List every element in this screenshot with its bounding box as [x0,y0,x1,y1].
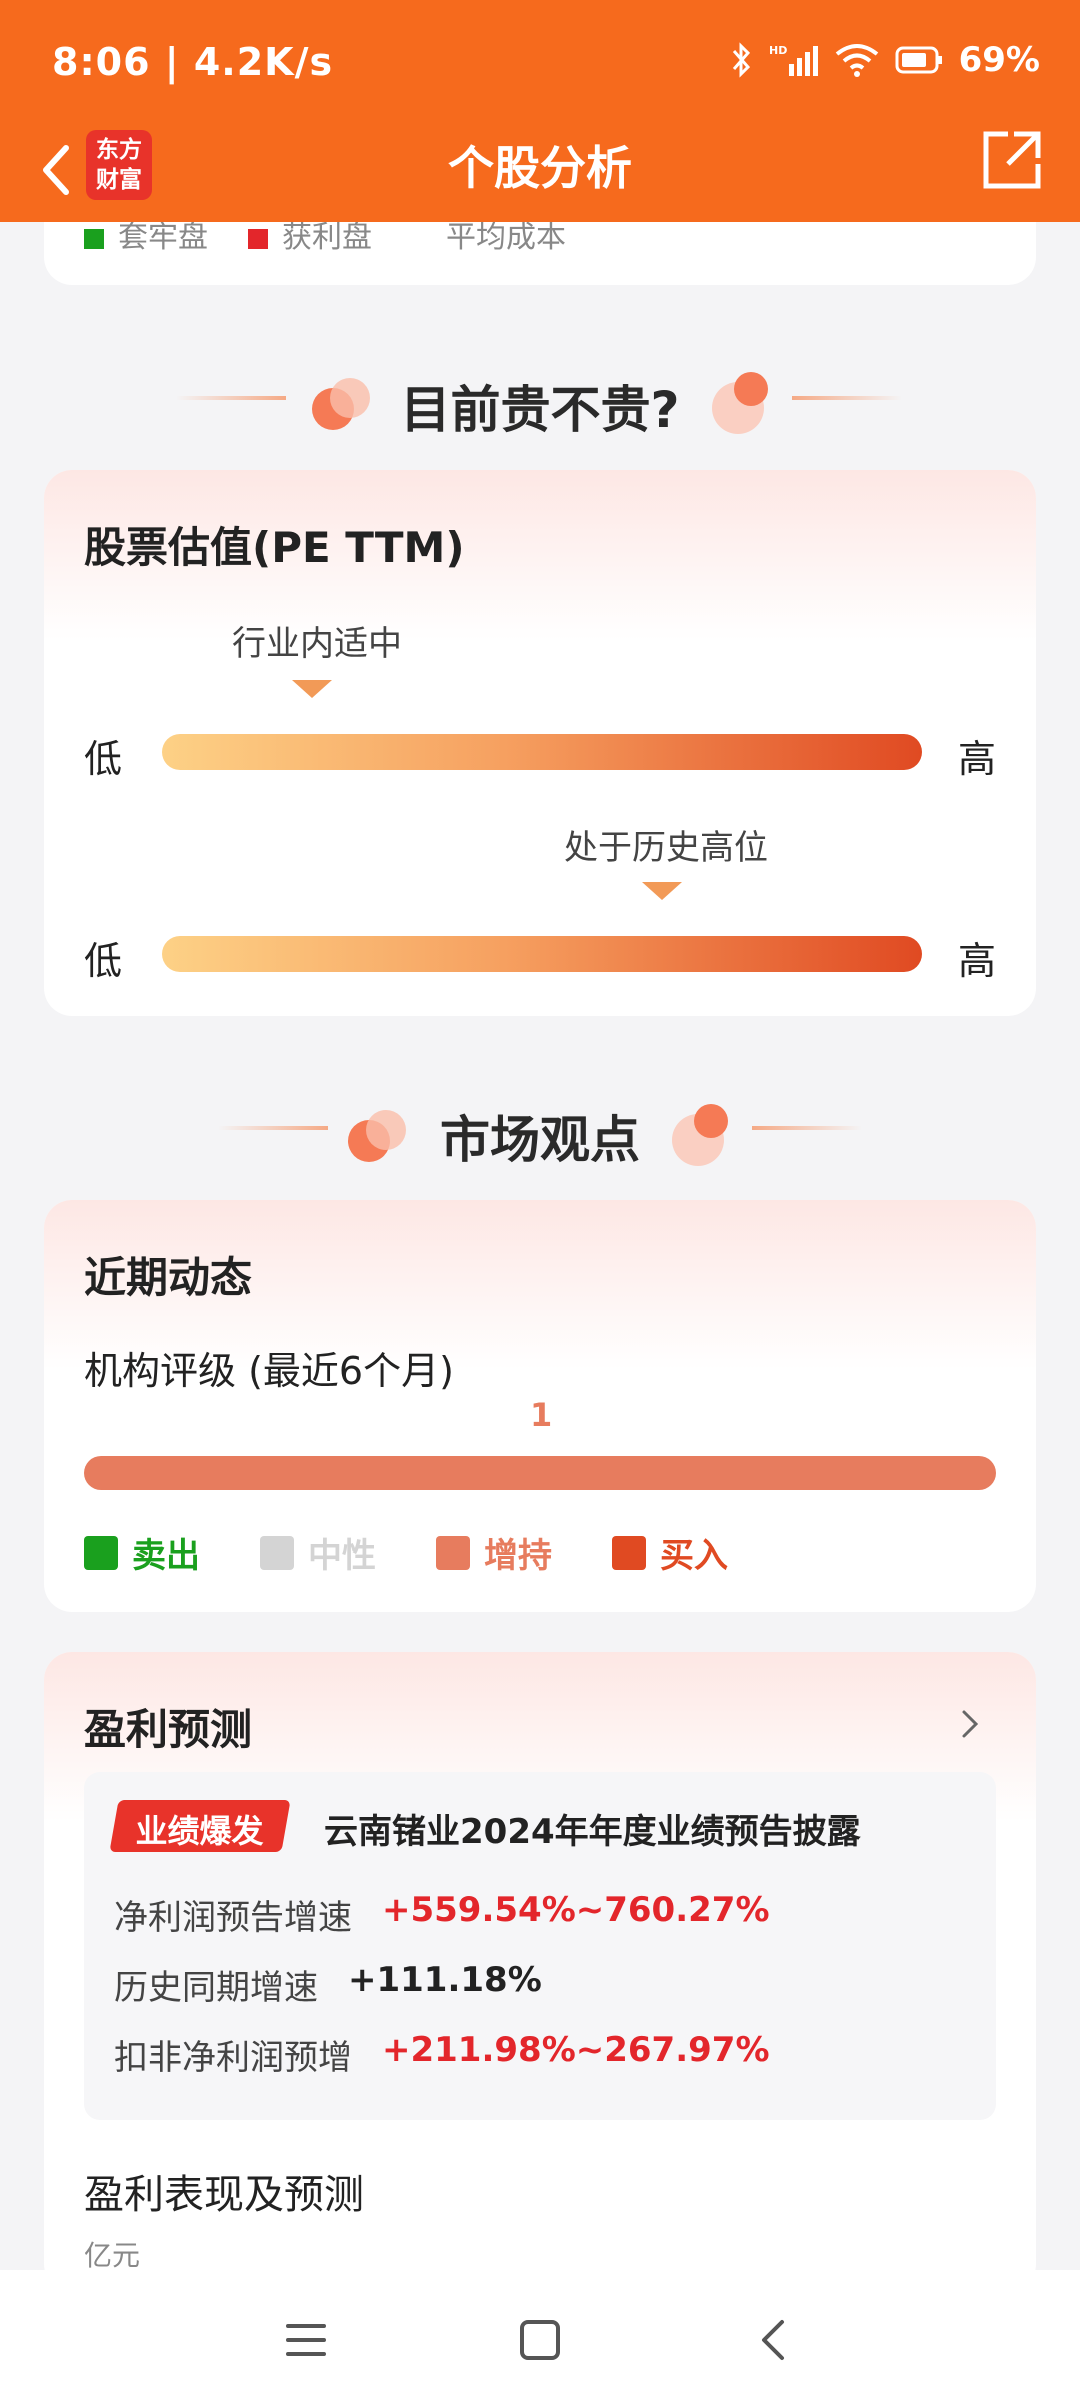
signal-icon: HD [769,44,818,76]
battery-icon [895,46,942,74]
back-icon[interactable] [744,2310,804,2370]
legend-neutral: 中性 [260,1528,376,1577]
status-bar: 8:06 | 4.2K/s HD 69% [0,0,1080,130]
history-marker-pointer [642,882,682,900]
valuation-title: 股票估值(PE TTM) [84,523,465,572]
forecast-row-net-profit: 净利润预告增速 +559.54%~760.27% [114,1890,770,1938]
unit-label: 亿元 [84,2239,141,2272]
history-valuation-bar: 低 高 [84,924,996,984]
menu-icon[interactable] [276,2310,336,2370]
app-header: 8:06 | 4.2K/s HD 69% 东方 财富 个股分析 [0,0,1080,222]
industry-marker-label: 行业内适中 [232,624,402,664]
legend-sell: 卖出 [84,1528,200,1577]
svg-text:HD: HD [769,44,787,57]
earnings-burst-badge: 业绩爆发 [109,1800,291,1852]
market-heading: 市场观点 [0,1082,1080,1172]
forecast-row-history: 历史同期增速 +111.18% [114,1960,542,2008]
page-title: 个股分析 [448,141,632,195]
rating-bar [84,1456,996,1490]
home-icon[interactable] [510,2310,570,2370]
industry-marker-pointer [292,680,332,698]
system-nav-bar [0,2270,1080,2400]
earnings-performance-title: 盈利表现及预测 [84,2172,364,2218]
history-marker-label: 处于历史高位 [564,828,768,868]
battery-level: 69% [958,40,1040,80]
share-icon[interactable] [980,128,1044,192]
chevron-right-icon[interactable] [956,1704,984,1744]
legend-buy: 买入 [612,1528,728,1577]
legend-overweight: 增持 [436,1528,552,1577]
status-icons: HD 69% [731,40,1040,80]
industry-valuation-bar: 低 高 [84,722,996,782]
rating-count: 1 [530,1396,553,1434]
earnings-forecast-title: 盈利预测 [84,1705,253,1754]
valuation-heading: 目前贵不贵? [0,352,1080,442]
forecast-notice-box[interactable]: 业绩爆发 云南锗业2024年年度业绩预告披露 净利润预告增速 +559.54%~… [84,1772,996,2120]
forecast-row-deducted: 扣非净利润预增 +211.98%~267.97% [114,2030,770,2078]
wifi-icon [835,44,878,77]
forecast-headline: 云南锗业2024年年度业绩预告披露 [324,1812,861,1852]
rating-legend: 卖出 中性 增持 买入 [84,1528,728,1577]
bluetooth-icon [732,42,750,78]
recent-activity-card: 近期动态 机构评级 (最近6个月) 1 卖出 中性 增持 买入 [44,1200,1036,1612]
valuation-card: 股票估值(PE TTM) 行业内适中 低 高 处于历史高位 低 高 [44,470,1036,1016]
recent-activity-title: 近期动态 [84,1253,253,1302]
title-row: 东方 财富 个股分析 [0,120,1080,220]
rating-title: 机构评级 (最近6个月) [84,1349,454,1393]
earnings-forecast-card[interactable]: 盈利预测 业绩爆发 云南锗业2024年年度业绩预告披露 净利润预告增速 +559… [44,1652,1036,2292]
status-time: 8:06 | 4.2K/s [52,40,334,84]
